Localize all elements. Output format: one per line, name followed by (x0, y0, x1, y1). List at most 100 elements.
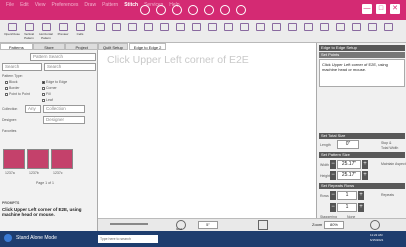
tool-icon[interactable] (236, 21, 252, 42)
prompts-label: PROMPTS (2, 201, 20, 205)
tool-icon[interactable] (332, 21, 348, 42)
tool-icon[interactable] (140, 21, 156, 42)
pattern-thumb[interactable] (27, 149, 49, 169)
tool-icon[interactable] (92, 21, 108, 42)
tool-icon[interactable] (156, 21, 172, 42)
menu-item[interactable]: Draw (84, 2, 96, 8)
menu-item[interactable]: View (35, 2, 46, 8)
height-label: Height (320, 174, 331, 178)
search-icon[interactable] (156, 5, 166, 15)
tool-icon[interactable] (300, 21, 316, 42)
menu-item[interactable]: File (6, 2, 14, 8)
refresh-icon[interactable] (172, 5, 182, 15)
tool-icon[interactable] (204, 21, 220, 42)
minimize-icon[interactable]: — (362, 4, 372, 14)
tool-icon[interactable] (108, 21, 124, 42)
close-icon[interactable]: ✕ (390, 4, 400, 14)
height-plus[interactable]: + (362, 171, 368, 180)
repeats-minus[interactable]: − (330, 203, 336, 212)
type-block[interactable]: Block (5, 80, 18, 84)
rows-field[interactable]: 1 (337, 191, 357, 200)
pattern-thumb[interactable] (3, 149, 25, 169)
width-field[interactable]: 25.17" (337, 160, 361, 169)
ribbon-button[interactable]: Preview (55, 21, 71, 42)
designer-label: Designer: (2, 118, 17, 122)
repeats-header: Set Repeats Rows (319, 183, 405, 189)
type-e2e[interactable]: Edge to Edge (42, 80, 67, 84)
type-fill[interactable]: Fill (42, 92, 50, 96)
rows-plus[interactable]: + (358, 191, 364, 200)
clock-time: 11:22 AM (370, 233, 383, 237)
search-value[interactable]: Search (44, 63, 96, 71)
tab-patterns[interactable]: Patterns (0, 43, 33, 50)
bottom-toolbar: Grid 5" Zoom 80% (98, 218, 406, 231)
pattern-search-field[interactable]: Pattern Search (30, 53, 96, 61)
menu-item[interactable]: Stitch (124, 2, 138, 8)
pager: Page 1 of 1 (36, 181, 54, 185)
maintain-label: Maintain Aspect (381, 162, 406, 166)
rows-minus[interactable]: − (330, 191, 336, 200)
fit-icon[interactable] (220, 5, 230, 15)
tool-icon[interactable] (268, 21, 284, 42)
search-label: Search (5, 64, 20, 69)
clock-date: 6/15/2021 (370, 238, 384, 242)
tool-icon[interactable] (316, 21, 332, 42)
tool-icon[interactable] (172, 21, 188, 42)
menu-item[interactable]: Preferences (51, 2, 78, 8)
repeats-field[interactable]: 1 (337, 203, 357, 212)
tool-icon[interactable] (188, 21, 204, 42)
zoom-fit-icon[interactable] (370, 220, 380, 230)
menu-item[interactable]: Pattern (102, 2, 118, 8)
workspace[interactable]: Quilt Setup Edge to Edge 2 Click Upper L… (98, 43, 316, 231)
taskbar-search[interactable]: Type here to search (98, 235, 158, 243)
width-plus[interactable]: + (362, 160, 368, 169)
search-input[interactable]: Search (2, 63, 42, 71)
tool-icon[interactable] (252, 21, 268, 42)
tool-icon[interactable] (348, 21, 364, 42)
tool-icon[interactable] (220, 21, 236, 42)
repeats-plus[interactable]: + (358, 203, 364, 212)
patterns-panel: Patterns Store Project Pattern Search Se… (0, 43, 99, 231)
width-minus[interactable]: − (330, 160, 336, 169)
snap-icon[interactable] (258, 220, 268, 230)
slider-track[interactable] (110, 223, 148, 225)
height-minus[interactable]: − (330, 171, 336, 180)
snap-field[interactable]: 5" (198, 221, 218, 229)
ribbon-button[interactable]: Vertical Pattern (21, 21, 37, 42)
menu-item[interactable]: Edit (20, 2, 29, 8)
collection-any[interactable]: Any (25, 105, 41, 113)
maximize-icon[interactable]: □ (376, 4, 386, 14)
type-border[interactable]: Border (5, 86, 20, 90)
home-icon[interactable] (140, 5, 150, 15)
type-leaf[interactable]: Leaf (42, 98, 53, 102)
zoom-field[interactable]: 80% (324, 221, 344, 229)
height-field[interactable]: 25.17" (337, 171, 361, 180)
tool-icon[interactable] (380, 21, 396, 42)
designer-select[interactable]: Designer (43, 116, 85, 124)
ribbon-button[interactable]: Cells (72, 21, 88, 42)
canvas-prompt: Click Upper Left corner of E2E (107, 54, 249, 66)
tab-store[interactable]: Store (32, 43, 66, 50)
total-width-label: Total Width (381, 146, 399, 150)
type-p2p[interactable]: Point to Point (5, 92, 30, 96)
length-field[interactable]: 0" (337, 140, 359, 149)
zoom-in-icon[interactable] (188, 5, 198, 15)
tab-e2e[interactable]: Edge to Edge 2 (128, 43, 167, 50)
tool-icon[interactable] (284, 21, 300, 42)
tool-icon[interactable] (124, 21, 140, 42)
thumb-label: 1237c (53, 171, 63, 175)
favorites-label: Favorites (2, 129, 17, 133)
zoom-label: Zoom (312, 222, 323, 227)
zoom-out-icon[interactable] (204, 5, 214, 15)
ribbon-button[interactable]: Horizontal Pattern (38, 21, 54, 42)
ribbon-button[interactable]: Open/Close (4, 21, 20, 42)
ribbon-toolbar: Open/Close Vertical Pattern Horizontal Pat… (0, 20, 406, 43)
tab-quilt-setup[interactable]: Quilt Setup (98, 43, 128, 50)
pattern-thumb[interactable] (51, 149, 73, 169)
collection-select[interactable]: Collection (43, 105, 85, 113)
panel-tabs: Patterns Store Project (0, 43, 99, 50)
settings-icon[interactable] (236, 5, 246, 15)
tool-icon[interactable] (364, 21, 380, 42)
tab-project[interactable]: Project (65, 43, 99, 50)
type-corner[interactable]: Corner (42, 86, 57, 90)
